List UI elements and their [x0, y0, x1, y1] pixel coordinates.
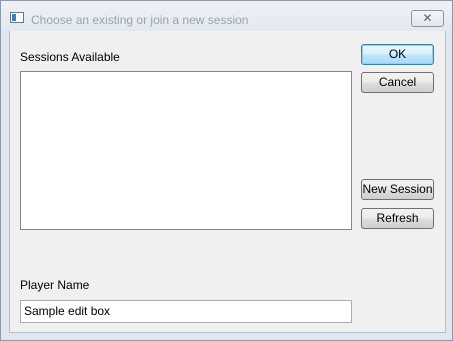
player-name-label: Player Name [20, 278, 90, 292]
player-name-input[interactable]: Sample edit box [20, 300, 352, 323]
dialog-window: Choose an existing or join a new session… [0, 0, 453, 341]
sessions-available-label: Sessions Available [20, 50, 120, 64]
sessions-list[interactable] [20, 71, 352, 230]
close-button[interactable]: ✕ [411, 10, 444, 27]
ok-button[interactable]: OK [361, 44, 434, 65]
window-title: Choose an existing or join a new session [31, 13, 249, 27]
refresh-button[interactable]: Refresh [361, 208, 434, 229]
close-icon: ✕ [422, 11, 433, 25]
new-session-button[interactable]: New Session [361, 179, 434, 200]
app-window-icon [10, 12, 24, 23]
title-bar[interactable]: Choose an existing or join a new session… [1, 1, 452, 31]
cancel-button[interactable]: Cancel [361, 72, 434, 93]
